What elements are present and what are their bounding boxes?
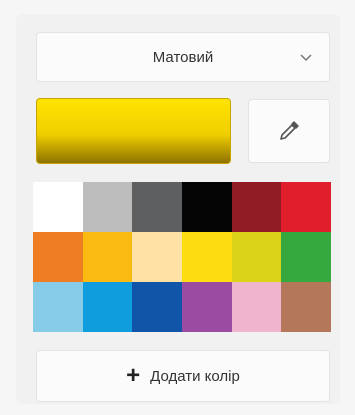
palette-swatch[interactable]	[231, 182, 282, 232]
add-color-label: Додати колір	[150, 367, 240, 385]
palette-swatch[interactable]	[231, 282, 282, 332]
palette-swatch[interactable]	[132, 282, 182, 332]
palette-swatch[interactable]	[281, 282, 331, 332]
chevron-down-icon	[300, 54, 312, 62]
palette-swatch[interactable]	[182, 232, 232, 282]
palette-swatch[interactable]	[281, 182, 331, 232]
palette-swatch[interactable]	[33, 182, 83, 232]
palette-swatch[interactable]	[82, 232, 133, 282]
add-color-button[interactable]: + Додати колір	[36, 350, 330, 402]
finish-dropdown[interactable]: Матовий	[36, 32, 330, 82]
finish-dropdown-value: Матовий	[152, 48, 214, 66]
eyedropper-icon	[280, 121, 299, 140]
palette-swatch[interactable]	[182, 282, 232, 332]
color-palette-grid	[33, 182, 331, 332]
plus-icon: +	[126, 362, 141, 389]
palette-swatch[interactable]	[33, 282, 83, 332]
palette-swatch[interactable]	[132, 232, 182, 282]
palette-swatch[interactable]	[281, 232, 331, 282]
palette-swatch[interactable]	[82, 182, 133, 232]
palette-swatch[interactable]	[182, 182, 232, 232]
current-color-swatch[interactable]	[36, 98, 231, 164]
palette-swatch[interactable]	[231, 232, 282, 282]
palette-swatch[interactable]	[33, 232, 83, 282]
palette-swatch[interactable]	[82, 282, 133, 332]
eyedropper-button[interactable]	[248, 99, 330, 163]
palette-swatch[interactable]	[132, 182, 182, 232]
